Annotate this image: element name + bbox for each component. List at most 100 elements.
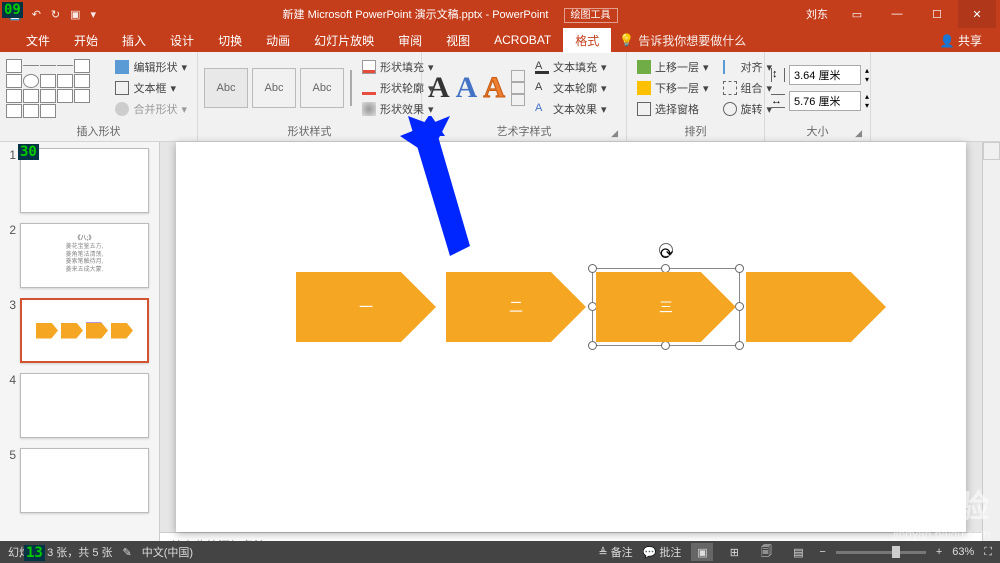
shapes-gallery[interactable] xyxy=(6,59,105,118)
spinner-icon[interactable]: ▴▾ xyxy=(865,66,869,84)
bring-forward-button[interactable]: 上移一层 ▾ xyxy=(633,57,713,77)
send-backward-icon xyxy=(637,81,651,95)
slide-thumbnail[interactable] xyxy=(20,298,149,363)
contextual-tab-label: 绘图工具 xyxy=(564,8,618,23)
qat-customize-icon[interactable]: ▾ xyxy=(91,8,97,21)
tab-animations[interactable]: 动画 xyxy=(254,28,302,53)
slideshow-view-icon[interactable]: ▤ xyxy=(787,543,809,561)
dialog-launcher-icon[interactable]: ◢ xyxy=(406,128,413,139)
slide-canvas[interactable]: 一 二 ⟳ 三 xyxy=(176,142,966,532)
ribbon-options-icon[interactable]: ▭ xyxy=(838,0,876,28)
text-box-button[interactable]: 文本框 ▾ xyxy=(111,78,191,98)
redo-icon[interactable]: ↻ xyxy=(51,8,60,21)
scroll-up-icon[interactable] xyxy=(983,142,1000,160)
thumb-number: 4 xyxy=(4,373,20,438)
resize-handle[interactable] xyxy=(588,264,597,273)
merge-shapes-button[interactable]: 合并形状 ▾ xyxy=(111,99,191,119)
save-icon[interactable]: 💾 xyxy=(8,8,22,21)
resize-handle[interactable] xyxy=(735,341,744,350)
style-thumb[interactable]: Abc xyxy=(300,68,344,108)
vertical-scrollbar[interactable] xyxy=(982,142,1000,541)
share-icon: 👤 xyxy=(940,34,955,48)
tab-transitions[interactable]: 切换 xyxy=(206,28,254,53)
shape-width-input[interactable]: 5.76 厘米 xyxy=(789,91,861,111)
pentagon-shape[interactable]: 一 xyxy=(296,272,436,342)
tab-design[interactable]: 设计 xyxy=(158,28,206,53)
pen-icon xyxy=(362,81,376,95)
text-effects-button[interactable]: A文本效果 ▾ xyxy=(531,99,611,119)
thumb-number: 5 xyxy=(4,448,20,513)
notes-toggle[interactable]: ≜ 备注 xyxy=(598,544,632,560)
language-indicator[interactable]: 中文(中国) xyxy=(142,544,193,560)
tab-file[interactable]: 文件 xyxy=(14,28,62,53)
send-backward-button[interactable]: 下移一层 ▾ xyxy=(633,78,713,98)
fit-window-icon[interactable]: ⛶ xyxy=(984,546,992,559)
start-from-beginning-icon[interactable]: ▣ xyxy=(70,8,80,21)
maximize-button[interactable]: ☐ xyxy=(918,0,956,28)
pentagon-shape[interactable] xyxy=(746,272,886,342)
rotation-handle[interactable]: ⟳ xyxy=(659,243,673,257)
pentagon-shape[interactable]: 二 xyxy=(446,272,586,342)
slide-thumbnail[interactable] xyxy=(20,148,149,213)
sorter-view-icon[interactable]: ⊞ xyxy=(723,543,745,561)
slide-thumbnail[interactable] xyxy=(20,373,149,438)
resize-handle[interactable] xyxy=(588,341,597,350)
tab-insert[interactable]: 插入 xyxy=(110,28,158,53)
resize-handle[interactable] xyxy=(588,302,597,311)
slide-thumbnail[interactable]: 《八;》菱花宝鉴五方,菱角笔法清荡,菱索笔触待月,菱来五成大蒙. xyxy=(20,223,149,288)
gallery-more[interactable] xyxy=(350,70,352,106)
wordart-sample[interactable]: A xyxy=(456,71,478,105)
reading-view-icon[interactable]: 🗐 xyxy=(755,543,777,561)
thumb-number: 3 xyxy=(4,298,20,363)
wordart-gallery[interactable]: A A A xyxy=(428,71,505,105)
minimize-button[interactable]: — xyxy=(878,0,916,28)
zoom-out-icon[interactable]: − xyxy=(819,546,825,558)
slide-thumbnails-panel[interactable]: 1 2《八;》菱花宝鉴五方,菱角笔法清荡,菱索笔触待月,菱来五成大蒙. 3 4 … xyxy=(0,142,160,541)
tab-format[interactable]: 格式 xyxy=(563,28,611,53)
wordart-sample[interactable]: A xyxy=(428,71,450,105)
style-thumb[interactable]: Abc xyxy=(252,68,296,108)
selection-pane-button[interactable]: 选择窗格 xyxy=(633,99,713,119)
text-outline-icon: A xyxy=(535,81,549,95)
shape-styles-gallery[interactable]: Abc Abc Abc xyxy=(204,68,344,108)
resize-handle[interactable] xyxy=(735,264,744,273)
zoom-percent[interactable]: 63% xyxy=(952,546,974,558)
group-label-size: 大小◢ xyxy=(771,121,864,141)
thumb-number: 1 xyxy=(4,148,20,213)
zoom-in-icon[interactable]: + xyxy=(936,546,942,558)
text-outline-button[interactable]: A文本轮廓 ▾ xyxy=(531,78,611,98)
thumb-number: 2 xyxy=(4,223,20,288)
merge-shapes-icon xyxy=(115,102,129,116)
style-thumb[interactable]: Abc xyxy=(204,68,248,108)
tab-review[interactable]: 审阅 xyxy=(386,28,434,53)
user-name[interactable]: 刘东 xyxy=(796,6,838,22)
spell-check-icon[interactable]: ✎ xyxy=(123,546,132,559)
text-effects-icon: A xyxy=(535,102,549,116)
dialog-launcher-icon[interactable]: ◢ xyxy=(855,128,862,139)
gallery-more[interactable] xyxy=(511,70,525,106)
tell-me-search[interactable]: 💡 告诉我你想要做什么 xyxy=(611,32,746,49)
spinner-icon[interactable]: ▴▾ xyxy=(865,92,869,110)
tab-home[interactable]: 开始 xyxy=(62,28,110,53)
tab-view[interactable]: 视图 xyxy=(434,28,482,53)
resize-handle[interactable] xyxy=(735,302,744,311)
height-icon: ↕ xyxy=(771,68,785,82)
wordart-sample[interactable]: A xyxy=(483,71,505,105)
normal-view-icon[interactable]: ▣ xyxy=(691,543,713,561)
text-fill-button[interactable]: A文本填充 ▾ xyxy=(531,57,611,77)
comments-toggle[interactable]: 💬 批注 xyxy=(643,544,682,560)
resize-handle[interactable] xyxy=(661,264,670,273)
share-button[interactable]: 👤 共享 xyxy=(940,32,1000,49)
edit-shape-button[interactable]: 编辑形状 ▾ xyxy=(111,57,191,77)
shape-height-input[interactable]: 3.64 厘米 xyxy=(789,65,861,85)
tab-slideshow[interactable]: 幻灯片放映 xyxy=(302,28,386,53)
tab-acrobat[interactable]: ACROBAT xyxy=(482,29,563,51)
lightbulb-icon: 💡 xyxy=(619,33,634,47)
dialog-launcher-icon[interactable]: ◢ xyxy=(611,128,618,139)
close-button[interactable]: ✕ xyxy=(958,0,996,28)
slide-thumbnail[interactable] xyxy=(20,448,149,513)
undo-icon[interactable]: ↶ xyxy=(32,8,41,21)
resize-handle[interactable] xyxy=(661,341,670,350)
zoom-slider[interactable] xyxy=(836,551,926,554)
slide-counter[interactable]: 幻灯 第 3 张，共 5 张 xyxy=(8,544,113,560)
